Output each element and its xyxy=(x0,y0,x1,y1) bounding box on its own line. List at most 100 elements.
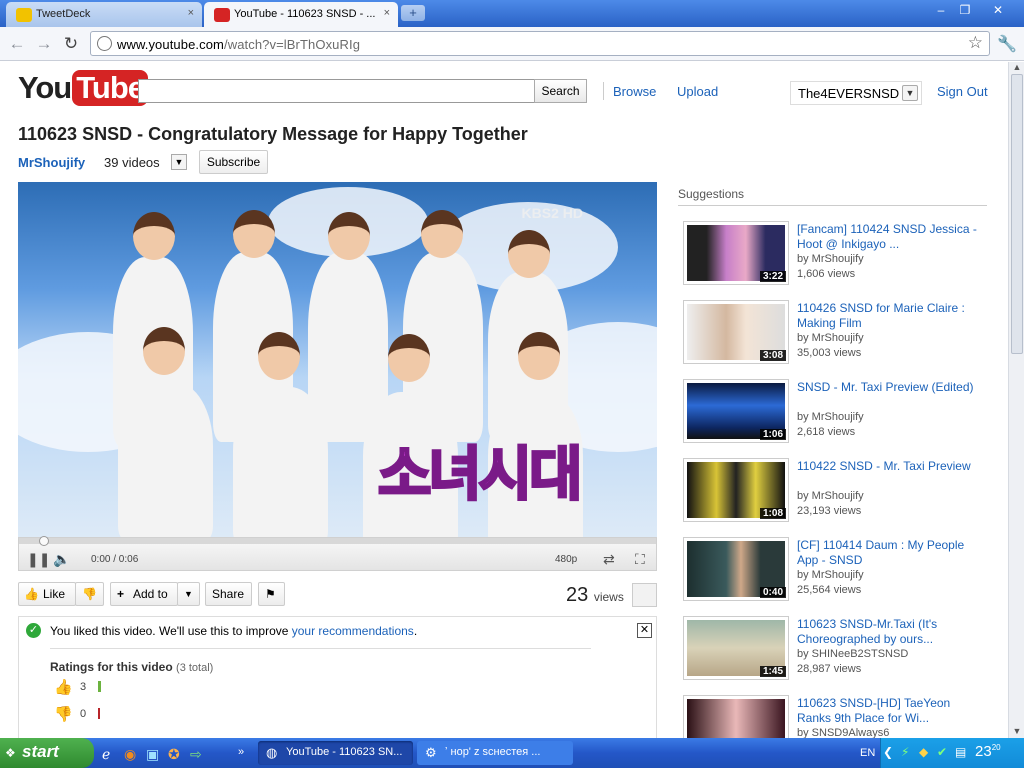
recommendations-link[interactable]: your recommendations xyxy=(292,624,414,638)
user-menu[interactable]: The4EVERSNSD ▼ xyxy=(790,81,922,105)
suggestions-heading: Suggestions xyxy=(678,187,745,201)
network-icon[interactable]: ⚡ xyxy=(901,745,909,759)
suggestion-item[interactable]: 1:06 SNSD - Mr. Taxi Preview (Edited) by… xyxy=(683,379,1003,443)
scroll-up-icon[interactable]: ▲ xyxy=(1011,62,1023,74)
scrubber-handle[interactable] xyxy=(39,536,49,546)
firefox-icon[interactable]: ◉ xyxy=(124,746,136,763)
suggestion-title[interactable]: 110422 SNSD - Mr. Taxi Preview xyxy=(797,459,977,474)
forward-icon[interactable]: → xyxy=(33,33,55,55)
sign-out-link[interactable]: Sign Out xyxy=(937,84,988,99)
suggestion-title[interactable]: SNSD - Mr. Taxi Preview (Edited) xyxy=(797,380,977,395)
video-thumbnail[interactable]: 3:08 xyxy=(683,300,789,364)
quality-selector[interactable]: 480p xyxy=(555,554,577,565)
tray-icon[interactable]: ◆ xyxy=(919,745,928,759)
suggestion-title[interactable]: 110426 SNSD for Marie Claire : Making Fi… xyxy=(797,301,977,331)
plus-icon: + xyxy=(117,587,125,601)
chevron-left-icon[interactable]: ❮ xyxy=(883,745,893,759)
wrench-menu-icon[interactable]: 🔧 xyxy=(997,34,1017,54)
reload-icon[interactable]: ↻ xyxy=(60,33,82,55)
ie-icon[interactable]: ℯ xyxy=(102,746,110,763)
flag-icon[interactable]: ⚑ xyxy=(258,582,285,606)
minimize-button[interactable]: – xyxy=(928,1,954,19)
youtube-logo[interactable]: You Tube xyxy=(18,70,148,106)
thumbs-up-icon: 👍 xyxy=(54,679,73,696)
tab-youtube[interactable]: YouTube - 110623 SNSD - ... × xyxy=(204,2,398,27)
address-bar[interactable]: www.youtube.com/watch?v=lBrThOxuRIg ☆ xyxy=(90,31,990,56)
video-count[interactable]: 39 videos xyxy=(104,155,160,170)
subscribe-button[interactable]: Subscribe xyxy=(199,150,268,174)
security-icon[interactable]: ✔ xyxy=(937,745,947,759)
page-scrollbar[interactable]: ▲ ▼ xyxy=(1008,62,1024,738)
divider xyxy=(678,205,987,206)
search-input[interactable] xyxy=(138,79,535,103)
upload-link[interactable]: Upload xyxy=(677,84,718,99)
maximize-button[interactable]: ❐ xyxy=(952,1,978,19)
suggestion-title[interactable]: 110623 SNSD-Mr.Taxi (It's Choreographed … xyxy=(797,617,977,647)
performer-head xyxy=(328,212,370,260)
like-button[interactable]: 👍 Like xyxy=(18,582,76,606)
taskbar-item-youtube[interactable]: ◍ YouTube - 110623 SN... xyxy=(258,741,413,765)
app-icon[interactable]: ▣ xyxy=(146,746,159,763)
close-icon[interactable]: ✕ xyxy=(637,623,652,638)
popout-icon[interactable]: ⇄ xyxy=(603,551,615,568)
suggestion-item[interactable]: 110623 SNSD-[HD] TaeYeon Ranks 9th Place… xyxy=(683,695,1003,738)
back-icon[interactable]: ← xyxy=(6,33,28,55)
stats-icon[interactable] xyxy=(632,583,657,607)
suggestion-item[interactable]: 3:22 [Fancam] 110424 SNSD Jessica - Hoot… xyxy=(683,221,1003,285)
page-icon xyxy=(97,36,112,51)
search-button[interactable]: Search xyxy=(534,79,587,103)
suggestion-item[interactable]: 3:08 110426 SNSD for Marie Claire : Maki… xyxy=(683,300,1003,364)
scroll-down-icon[interactable]: ▼ xyxy=(1011,726,1023,738)
bookmark-star-icon[interactable]: ☆ xyxy=(968,33,983,53)
browse-link[interactable]: Browse xyxy=(613,84,656,99)
tab-tweetdeck[interactable]: TweetDeck × xyxy=(6,2,202,27)
chevron-down-icon[interactable]: ▼ xyxy=(902,85,918,101)
fullscreen-icon[interactable]: ⛶ xyxy=(635,551,645,568)
close-tab-icon[interactable]: × xyxy=(384,7,390,19)
tab-title: YouTube - 110623 SNSD - ... xyxy=(234,8,376,20)
tray-icon[interactable]: ▤ xyxy=(955,745,966,759)
channel-link[interactable]: MrShoujify xyxy=(18,155,85,170)
dislikes-bar xyxy=(98,708,100,719)
video-thumbnail[interactable]: 3:22 xyxy=(683,221,789,285)
video-thumbnail[interactable]: 0:40 xyxy=(683,537,789,601)
scroll-thumb[interactable] xyxy=(1011,74,1023,354)
chevron-down-icon[interactable]: ▼ xyxy=(177,582,200,606)
video-thumbnail[interactable]: 1:06 xyxy=(683,379,789,443)
suggestion-author: by MrShoujify xyxy=(797,332,864,344)
start-button[interactable]: ❖ start xyxy=(0,738,94,768)
video-thumbnail[interactable]: 1:45 xyxy=(683,616,789,680)
suggestion-title[interactable]: 110623 SNSD-[HD] TaeYeon Ranks 9th Place… xyxy=(797,696,977,726)
suggestion-title[interactable]: [CF] 110414 Daum : My People App - SNSD xyxy=(797,538,977,568)
suggestion-author: by MrShoujify xyxy=(797,569,864,581)
video-thumbnail[interactable]: 1:08 xyxy=(683,458,789,522)
suggestion-title[interactable]: [Fancam] 110424 SNSD Jessica - Hoot @ In… xyxy=(797,222,977,252)
close-tab-icon[interactable]: × xyxy=(188,7,194,19)
url-text: www.youtube.com/watch?v=lBrThOxuRIg xyxy=(117,37,361,52)
progress-bar[interactable] xyxy=(19,536,656,546)
close-window-button[interactable]: ✕ xyxy=(978,1,1018,19)
video-caption-overlay: 소녀시대 xyxy=(376,439,583,510)
video-player[interactable]: KBS2 HD 소녀시대 xyxy=(18,182,657,537)
language-indicator[interactable]: EN xyxy=(860,747,875,759)
suggestion-item[interactable]: 0:40 [CF] 110414 Daum : My People App - … xyxy=(683,537,1003,601)
tab-title: TweetDeck xyxy=(36,8,91,20)
dislike-button[interactable]: 👎 xyxy=(75,582,104,606)
expand-icon[interactable]: » xyxy=(238,746,244,758)
volume-icon[interactable]: 🔈 xyxy=(53,551,70,568)
add-to-button[interactable]: + Add to xyxy=(110,582,178,606)
pause-icon[interactable]: ❚❚ xyxy=(27,551,50,568)
windows-logo-icon: ❖ xyxy=(5,746,16,760)
taskbar-item-window[interactable]: ⚙ ʼ нор' z scнестея ... xyxy=(417,741,573,765)
app-icon[interactable]: ✪ xyxy=(168,746,180,763)
app-icon[interactable]: ⇨ xyxy=(190,746,202,763)
suggestion-item[interactable]: 1:45 110623 SNSD-Mr.Taxi (It's Choreogra… xyxy=(683,616,1003,680)
browser-tab-strip: TweetDeck × YouTube - 110623 SNSD - ... … xyxy=(0,0,1024,27)
suggestion-item[interactable]: 1:08 110422 SNSD - Mr. Taxi Preview by M… xyxy=(683,458,1003,522)
video-thumbnail[interactable] xyxy=(683,695,789,738)
clock: 2320 xyxy=(975,743,1001,760)
divider xyxy=(50,648,591,649)
new-tab-button[interactable]: + xyxy=(401,5,425,21)
chevron-down-icon[interactable]: ▼ xyxy=(171,154,187,170)
share-button[interactable]: Share xyxy=(205,582,252,606)
